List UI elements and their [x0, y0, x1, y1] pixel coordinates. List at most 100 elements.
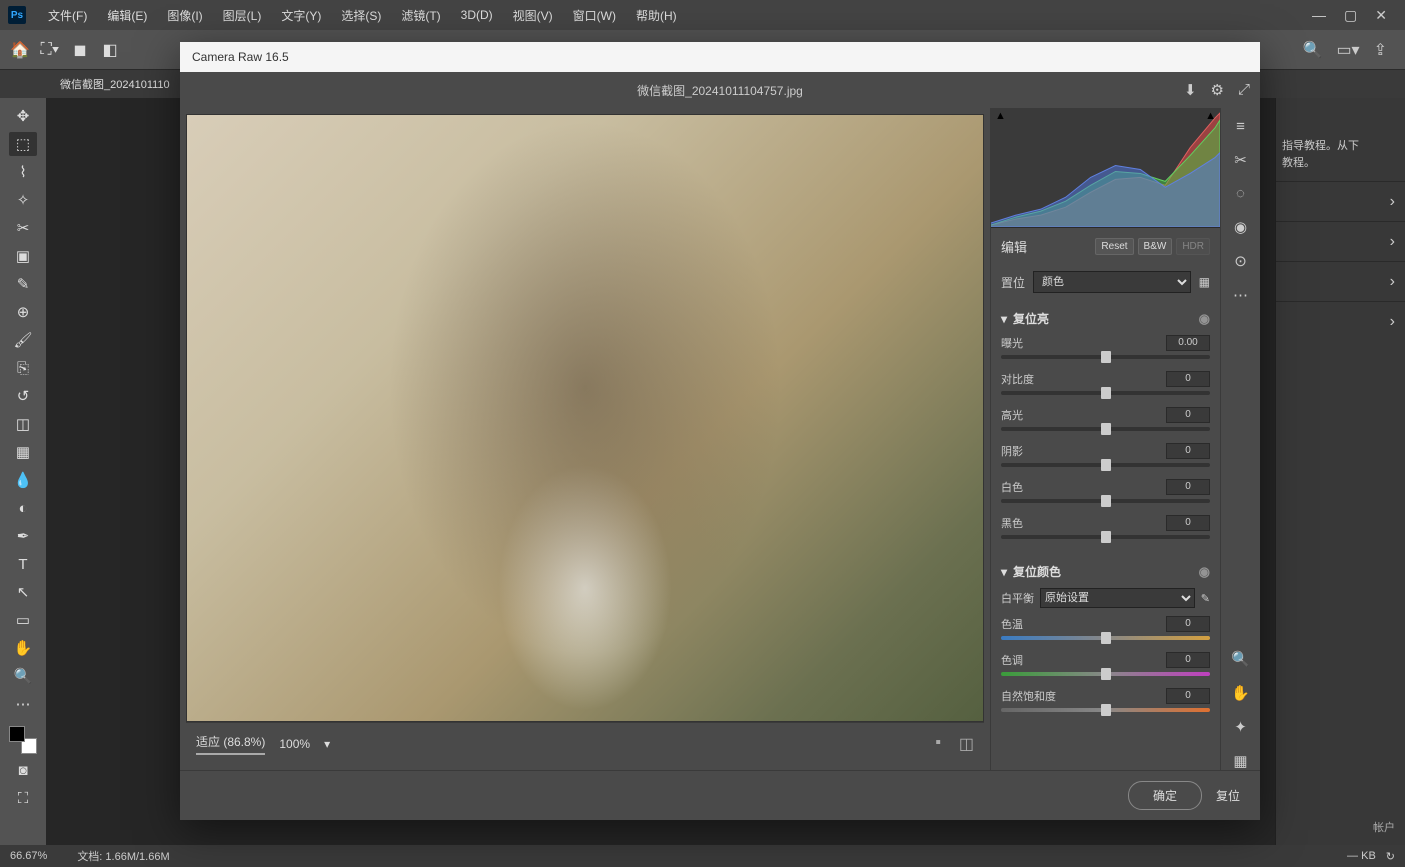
eyedropper-tool-icon[interactable]: ✎ [9, 272, 37, 296]
maximize-icon[interactable]: ▢ [1344, 7, 1357, 24]
shape-tool-icon[interactable]: ▭ [9, 608, 37, 632]
crop-icon[interactable]: ✂ [1234, 151, 1247, 169]
blur-tool-icon[interactable]: 💧 [9, 468, 37, 492]
minimize-icon[interactable]: — [1312, 7, 1326, 24]
zoom-fit-button[interactable]: 适应 (86.8%) [196, 733, 265, 755]
edit-toolbar-icon[interactable]: ⋯ [9, 692, 37, 716]
preview-image[interactable] [186, 114, 984, 722]
crop-tool-icon[interactable]: ✂ [9, 216, 37, 240]
highlights-slider[interactable]: 高光0 [1001, 403, 1210, 439]
clone-tool-icon[interactable]: ⎘ [9, 356, 37, 380]
move-tool-icon[interactable]: ✥ [9, 104, 37, 128]
cr-sampler-icon[interactable]: ✦ [1234, 718, 1247, 736]
lasso-tool-icon[interactable]: ⌇ [9, 160, 37, 184]
cr-hand-icon[interactable]: ✋ [1231, 684, 1250, 702]
cr-grid-icon[interactable]: ▦ [1233, 752, 1247, 770]
menu-view[interactable]: 视图(V) [503, 7, 563, 24]
search-icon[interactable]: 🔍 [1303, 40, 1323, 60]
type-tool-icon[interactable]: T [9, 552, 37, 576]
workspace-icon[interactable]: ▭▾ [1336, 40, 1359, 60]
panel-row-1[interactable]: › [1276, 181, 1405, 221]
path-tool-icon[interactable]: ↖ [9, 580, 37, 604]
tint-slider[interactable]: 色调0 [1001, 648, 1210, 684]
chevron-down-icon: ▾ [1001, 312, 1007, 326]
menu-type[interactable]: 文字(Y) [271, 7, 331, 24]
fg-swatch[interactable] [9, 726, 25, 742]
blacks-slider[interactable]: 黑色0 [1001, 511, 1210, 547]
hdr-button[interactable]: HDR [1176, 238, 1210, 255]
visibility-icon[interactable]: ◉ [1199, 564, 1210, 580]
fill-square-icon[interactable]: ◼ [70, 40, 90, 60]
reset-button[interactable]: Reset [1095, 238, 1133, 255]
wb-select[interactable]: 原始设置 [1040, 588, 1195, 608]
close-icon[interactable]: ✕ [1375, 7, 1387, 24]
color-swatches[interactable] [9, 726, 37, 754]
menu-select[interactable]: 选择(S) [331, 7, 391, 24]
color-section-header[interactable]: ▾ 复位颜色 ◉ [1001, 559, 1210, 584]
hand-tool-icon[interactable]: ✋ [9, 636, 37, 660]
status-zoom[interactable]: 66.67% [10, 850, 47, 862]
whites-slider[interactable]: 白色0 [1001, 475, 1210, 511]
mask-icon[interactable]: ◉ [1234, 218, 1247, 236]
shadows-slider[interactable]: 阴影0 [1001, 439, 1210, 475]
color-section: ▾ 复位颜色 ◉ 白平衡 原始设置 ✎ 色温0 [991, 553, 1220, 726]
cancel-button[interactable]: 复位 [1216, 787, 1240, 804]
menu-window[interactable]: 窗口(W) [563, 7, 626, 24]
menu-layer[interactable]: 图层(L) [213, 7, 272, 24]
panel-row-3[interactable]: › [1276, 261, 1405, 301]
bw-button[interactable]: B&W [1138, 238, 1173, 255]
share-icon[interactable]: ⇪ [1374, 40, 1387, 60]
overlap-icon[interactable]: ◧ [100, 40, 120, 60]
wand-tool-icon[interactable]: ✧ [9, 188, 37, 212]
menu-edit[interactable]: 编辑(E) [97, 7, 157, 24]
pen-tool-icon[interactable]: ✒ [9, 524, 37, 548]
zoom-tool-icon[interactable]: 🔍 [9, 664, 37, 688]
zoom-100-button[interactable]: 100% [279, 737, 310, 751]
wb-eyedropper-icon[interactable]: ✎ [1201, 592, 1210, 605]
panel-row-2[interactable]: › [1276, 221, 1405, 261]
marquee-option-icon[interactable]: ⛶▾ [40, 40, 60, 60]
cr-zoom-icon[interactable]: 🔍 [1231, 650, 1250, 668]
panel-row-4[interactable]: › [1276, 301, 1405, 341]
single-view-icon[interactable]: ▪ [935, 734, 941, 754]
profile-browse-icon[interactable]: ▦ [1199, 275, 1210, 289]
menu-3d[interactable]: 3D(D) [451, 8, 503, 22]
marquee-tool-icon[interactable]: ⬚ [9, 132, 37, 156]
settings-icon[interactable]: ⚙ [1211, 81, 1224, 99]
screenmode-icon[interactable]: ⛶ [9, 786, 37, 810]
basic-section-header[interactable]: ▾ 复位亮 ◉ [1001, 306, 1210, 331]
menu-image[interactable]: 图像(I) [157, 7, 212, 24]
zoom-dropdown-icon[interactable]: ▾ [324, 737, 330, 751]
histogram[interactable]: ▲ ▲ [991, 108, 1220, 228]
healing-icon[interactable]: ◌ [1236, 185, 1245, 202]
profile-select[interactable]: 颜色 [1033, 271, 1191, 293]
healing-tool-icon[interactable]: ⊕ [9, 300, 37, 324]
quickmask-icon[interactable]: ◙ [9, 758, 37, 782]
gradient-tool-icon[interactable]: ▦ [9, 440, 37, 464]
brush-tool-icon[interactable]: 🖌 [9, 328, 37, 352]
fullscreen-icon[interactable]: ⤢ [1238, 81, 1250, 99]
home-icon[interactable]: 🏠 [10, 40, 30, 60]
eraser-tool-icon[interactable]: ◫ [9, 412, 37, 436]
menu-filter[interactable]: 滤镜(T) [391, 7, 450, 24]
highlight-clip-icon[interactable]: ▲ [1205, 110, 1216, 122]
edit-sliders-icon[interactable]: ≡ [1236, 118, 1245, 135]
menu-help[interactable]: 帮助(H) [626, 7, 687, 24]
ok-button[interactable]: 确定 [1128, 781, 1202, 810]
visibility-icon[interactable]: ◉ [1199, 311, 1210, 327]
temp-slider[interactable]: 色温0 [1001, 612, 1210, 648]
presets-icon[interactable]: ⋯ [1233, 286, 1248, 304]
vibrance-slider[interactable]: 自然饱和度0 [1001, 684, 1210, 720]
history-brush-icon[interactable]: ↺ [9, 384, 37, 408]
download-icon[interactable]: ⬇ [1184, 81, 1197, 99]
frame-tool-icon[interactable]: ▣ [9, 244, 37, 268]
shadow-clip-icon[interactable]: ▲ [995, 110, 1006, 122]
redeye-icon[interactable]: ⊙ [1234, 252, 1247, 270]
document-tab[interactable]: 微信截图_2024101110 [48, 70, 182, 98]
dodge-tool-icon[interactable]: ◐ [9, 496, 37, 520]
status-sync-icon[interactable]: ↻ [1386, 850, 1395, 863]
exposure-slider[interactable]: 曝光0.00 [1001, 331, 1210, 367]
split-view-icon[interactable]: ◫ [959, 734, 974, 754]
contrast-slider[interactable]: 对比度0 [1001, 367, 1210, 403]
menu-file[interactable]: 文件(F) [38, 7, 97, 24]
